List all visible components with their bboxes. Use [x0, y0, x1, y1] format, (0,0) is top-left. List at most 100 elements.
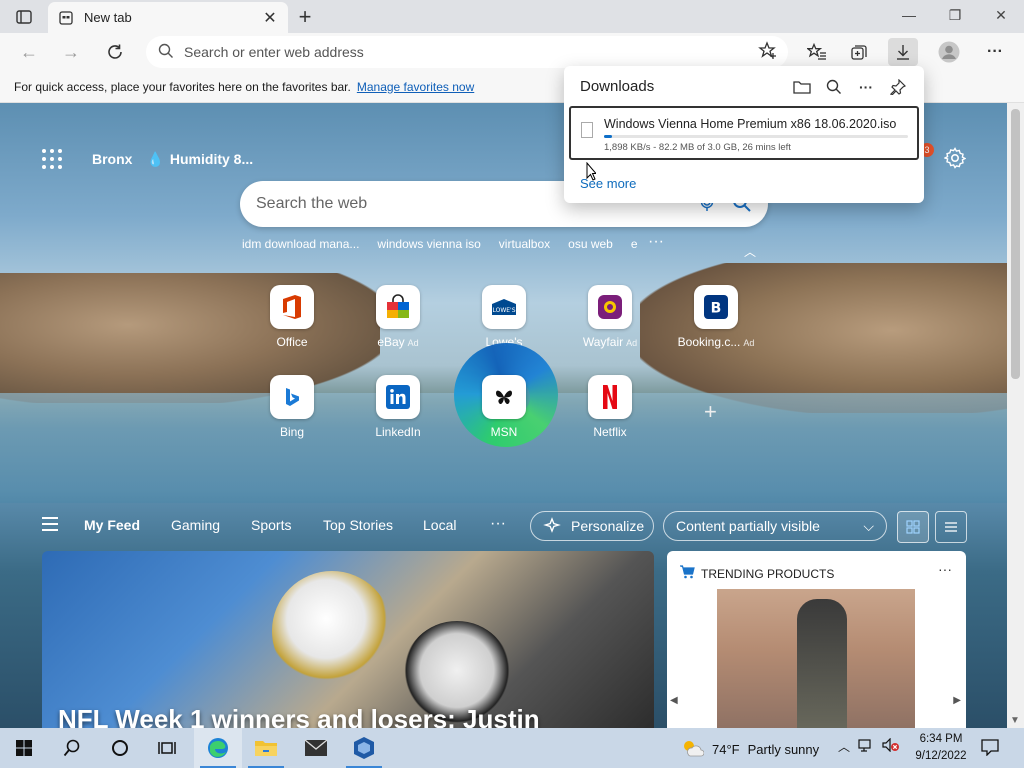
carousel-prev-icon[interactable]: ◀: [670, 695, 678, 706]
tile-label: LinkedIn: [375, 425, 421, 439]
collections-icon[interactable]: [844, 38, 874, 66]
hamburger-menu-icon[interactable]: [42, 517, 58, 535]
msn-butterfly-icon: [482, 375, 526, 419]
add-favorite-icon[interactable]: [758, 40, 778, 64]
show-hidden-icons-chevron-icon[interactable]: ︿: [838, 738, 850, 755]
suggestion-item[interactable]: osu web: [568, 237, 613, 251]
weather-strip: Bronx 💧 Humidity 8...: [42, 149, 253, 169]
taskbar-clock[interactable]: 6:34 PM 9/12/2022: [910, 731, 972, 765]
personalize-button[interactable]: Personalize: [530, 511, 654, 541]
grid-layout-button[interactable]: [897, 511, 929, 543]
carousel-next-icon[interactable]: ▶: [953, 695, 961, 706]
feed-tab-top-stories[interactable]: Top Stories: [323, 517, 393, 533]
refresh-icon[interactable]: [100, 38, 130, 66]
quicklink-netflix[interactable]: Netflix: [565, 375, 655, 439]
address-input[interactable]: [184, 44, 758, 60]
add-quicklink-icon[interactable]: +: [704, 399, 717, 425]
feed-more-icon[interactable]: ···: [490, 515, 506, 533]
trending-more-icon[interactable]: ···: [938, 561, 952, 577]
app-launcher-icon[interactable]: [42, 149, 62, 169]
settings-more-icon[interactable]: ···: [980, 38, 1010, 66]
chevron-up-icon[interactable]: ︿: [744, 243, 756, 260]
downloads-title: Downloads: [580, 78, 655, 95]
close-tab-icon[interactable]: ✕: [262, 8, 278, 28]
list-layout-button[interactable]: [935, 511, 967, 543]
product-image[interactable]: [717, 589, 915, 728]
start-windows-icon[interactable]: [0, 728, 48, 768]
feed-tab-local[interactable]: Local: [423, 517, 456, 533]
forward-arrow-icon[interactable]: →: [56, 38, 86, 66]
trending-products-card[interactable]: TRENDING PRODUCTS ··· ◀ ▶: [667, 551, 966, 728]
taskbar-search-icon[interactable]: [48, 728, 96, 768]
downloads-icon[interactable]: [888, 38, 918, 66]
suggestion-item[interactable]: idm download mana...: [242, 237, 359, 251]
tile-label: Office: [276, 335, 308, 349]
search-suggestions: idm download mana... windows vienna iso …: [242, 237, 656, 251]
tile-label: Booking.c...: [677, 335, 741, 349]
feed-tab-gaming[interactable]: Gaming: [171, 517, 220, 533]
cortana-circle-icon[interactable]: [96, 728, 144, 768]
search-downloads-icon[interactable]: [822, 76, 846, 98]
download-item[interactable]: Windows Vienna Home Premium x86 18.06.20…: [569, 106, 919, 160]
humidity-drop-icon: 💧: [146, 150, 164, 167]
partly-sunny-icon: [680, 738, 705, 761]
tile-label: MSN: [490, 425, 518, 439]
task-view-icon[interactable]: [144, 728, 192, 768]
quicklink-wayfair[interactable]: Wayfair Ad: [565, 285, 655, 349]
pin-icon[interactable]: [886, 76, 910, 98]
restore-icon[interactable]: ❐: [932, 0, 978, 30]
address-bar[interactable]: [146, 36, 788, 68]
tray-weather[interactable]: 74°F Partly sunny: [680, 738, 819, 761]
feed-tab-my-feed[interactable]: My Feed: [84, 517, 140, 533]
office-icon: [270, 285, 314, 329]
suggestion-item[interactable]: virtualbox: [499, 237, 550, 251]
scrollbar-thumb[interactable]: [1011, 109, 1020, 379]
back-arrow-icon[interactable]: ←: [14, 38, 44, 66]
scroll-down-arrow-icon[interactable]: ▼: [1010, 715, 1020, 726]
list-icon: [945, 522, 957, 532]
volume-muted-icon[interactable]: [882, 737, 900, 755]
new-tab-icon: [58, 10, 74, 26]
ebay-bag-icon: [376, 285, 420, 329]
quicklink-msn[interactable]: MSN: [459, 375, 549, 439]
news-headline[interactable]: NFL Week 1 winners and losers: Justin: [58, 704, 540, 728]
content-visibility-select[interactable]: Content partially visible ⌵: [663, 511, 887, 541]
open-folder-icon[interactable]: [790, 76, 814, 98]
tab-new-tab[interactable]: New tab ✕: [48, 2, 288, 33]
trending-title: TRENDING PRODUCTS: [701, 566, 835, 581]
minimize-icon[interactable]: —: [886, 0, 932, 30]
ad-badge: Ad: [407, 338, 419, 348]
tab-actions-icon[interactable]: [10, 7, 38, 27]
suggestions-more-icon[interactable]: ···: [648, 233, 664, 251]
close-window-icon[interactable]: ✕: [978, 0, 1024, 30]
location-label[interactable]: Bronx: [92, 151, 132, 167]
quicklink-office[interactable]: Office: [247, 285, 337, 349]
taskbar-edge-icon[interactable]: [194, 728, 242, 768]
feed-tab-sports[interactable]: Sports: [251, 517, 291, 533]
download-status: 1,898 KB/s - 82.2 MB of 3.0 GB, 26 mins …: [604, 142, 791, 153]
profile-avatar-icon[interactable]: [934, 38, 964, 66]
file-explorer-icon[interactable]: [242, 728, 290, 768]
notifications-icon[interactable]: [980, 738, 1000, 759]
quicklink-lowes[interactable]: LOWE'S Lowe's: [459, 285, 549, 349]
clock-time: 6:34 PM: [919, 733, 963, 745]
new-tab-button[interactable]: +: [292, 4, 318, 29]
manage-favorites-link[interactable]: Manage favorites now: [357, 80, 474, 94]
network-icon[interactable]: [858, 738, 874, 755]
quicklink-linkedin[interactable]: LinkedIn: [353, 375, 443, 439]
favorites-icon[interactable]: [802, 38, 832, 66]
page-settings-gear-icon[interactable]: [943, 147, 967, 169]
booking-logo-icon: B: [694, 285, 738, 329]
quicklink-booking[interactable]: B Booking.c... Ad: [671, 285, 761, 349]
favorites-message: For quick access, place your favorites h…: [14, 79, 351, 94]
mail-icon[interactable]: [292, 728, 340, 768]
quicklink-bing[interactable]: Bing: [247, 375, 337, 439]
weather-label[interactable]: Humidity 8...: [170, 151, 253, 167]
suggestion-item[interactable]: e: [631, 237, 638, 251]
suggestion-item[interactable]: windows vienna iso: [377, 237, 480, 251]
downloads-more-icon[interactable]: ···: [854, 76, 878, 98]
quicklink-ebay[interactable]: eBay Ad: [353, 285, 443, 349]
news-card[interactable]: NFL Week 1 winners and losers: Justin: [42, 551, 654, 728]
page-scrollbar[interactable]: ▼: [1007, 103, 1024, 728]
virtualbox-icon[interactable]: [340, 728, 388, 768]
